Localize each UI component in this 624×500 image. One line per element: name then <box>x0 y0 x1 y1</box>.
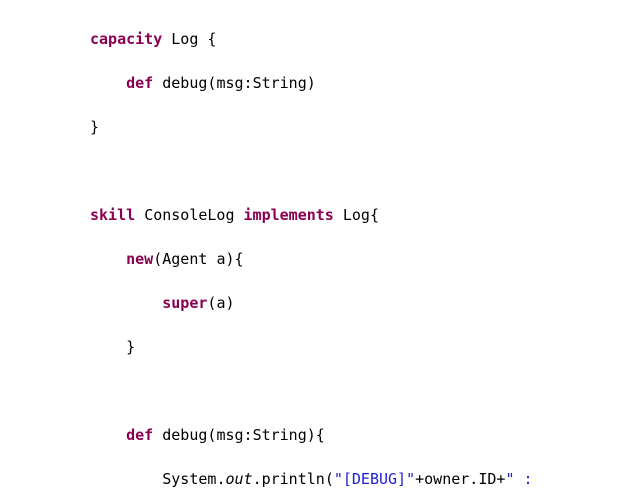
code-editor[interactable]: capacity Log { def debug(msg:String) } s… <box>0 0 624 500</box>
code-line[interactable] <box>0 380 624 402</box>
brace: { <box>198 30 216 48</box>
identifier: println <box>262 470 325 488</box>
code-line[interactable] <box>0 160 624 182</box>
code-line[interactable]: } <box>0 336 624 358</box>
code-line[interactable]: def debug(msg:String) <box>0 72 624 94</box>
code-line[interactable]: System.out.println("[DEBUG]"+owner.ID+" … <box>0 468 624 490</box>
brace: { <box>370 206 379 224</box>
keyword-implements: implements <box>244 206 334 224</box>
identifier: msg <box>216 74 243 92</box>
identifier: debug <box>162 426 207 444</box>
keyword-def: def <box>126 426 153 444</box>
code-line[interactable]: new(Agent a){ <box>0 248 624 270</box>
identifier: debug <box>162 74 207 92</box>
keyword-super: super <box>162 294 207 312</box>
code-line[interactable]: } <box>0 116 624 138</box>
code-line[interactable]: skill ConsoleLog implements Log{ <box>0 204 624 226</box>
keyword-new: new <box>126 250 153 268</box>
brace: } <box>126 338 135 356</box>
identifier: ConsoleLog <box>144 206 234 224</box>
identifier: Log <box>343 206 370 224</box>
string-literal: " : <box>505 470 532 488</box>
string-literal: "[DEBUG]" <box>334 470 415 488</box>
brace: } <box>90 118 99 136</box>
code-line[interactable]: super(a) <box>0 292 624 314</box>
text <box>162 30 171 48</box>
keyword-skill: skill <box>90 206 135 224</box>
text: +owner.ID+ <box>415 470 505 488</box>
identifier: Log <box>171 30 198 48</box>
type: String <box>253 426 307 444</box>
keyword-def: def <box>126 74 153 92</box>
identifier: msg <box>216 426 243 444</box>
keyword-capacity: capacity <box>90 30 162 48</box>
identifier: System <box>162 470 216 488</box>
identifier: out <box>225 470 252 488</box>
code-line[interactable]: capacity Log { <box>0 28 624 50</box>
type: String <box>253 74 307 92</box>
type: Agent <box>162 250 207 268</box>
code-line[interactable]: def debug(msg:String){ <box>0 424 624 446</box>
